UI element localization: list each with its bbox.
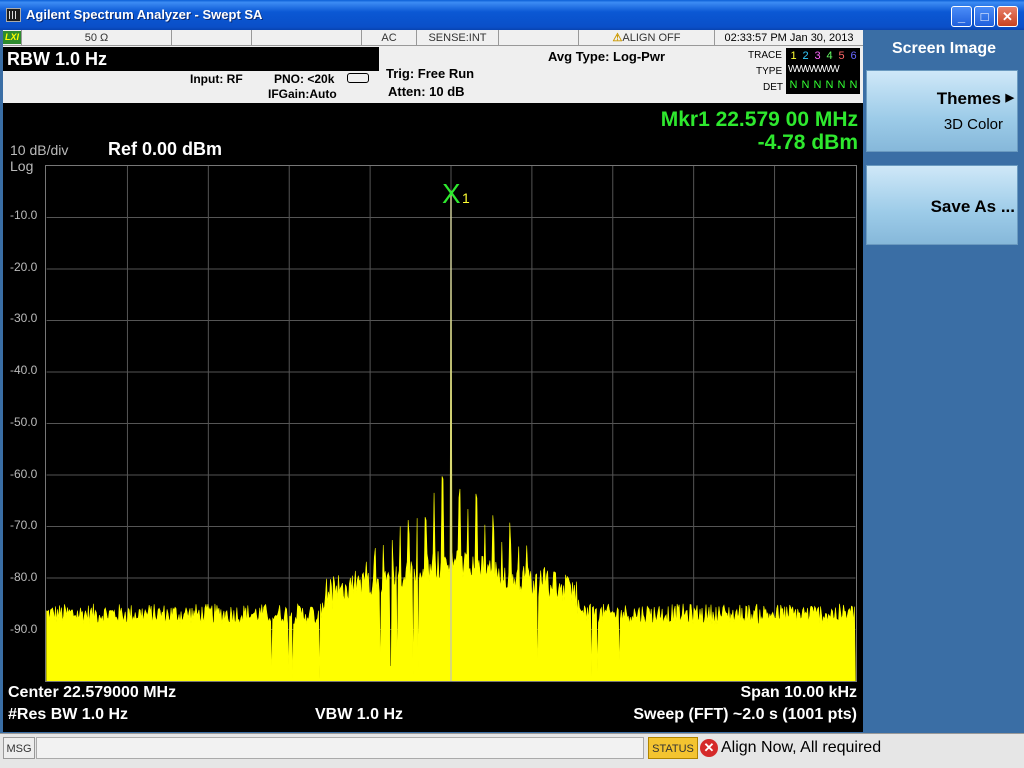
- y-axis-label: -90.0: [10, 621, 38, 636]
- trace-detector-4: N: [825, 79, 834, 91]
- marker-symbol: X: [442, 178, 461, 209]
- trace-number-2: 2: [802, 50, 809, 62]
- sense-status: SENSE:INT: [416, 30, 498, 46]
- warning-icon: ⚠: [612, 32, 623, 44]
- log-label: Log: [10, 158, 34, 174]
- spectrum-plot[interactable]: X1: [45, 165, 857, 682]
- save-as-softkey[interactable]: Save As ...: [866, 165, 1018, 245]
- strip-cell-empty: [251, 30, 361, 46]
- app-icon[interactable]: [6, 8, 21, 22]
- y-axis-label: -80.0: [10, 569, 38, 584]
- res-bw-setting[interactable]: #Res BW 1.0 Hz: [8, 706, 128, 724]
- themes-softkey[interactable]: Themes ▶ 3D Color: [866, 70, 1018, 152]
- input-setting: Input: RF: [190, 72, 243, 86]
- strip-cell-empty: [171, 30, 251, 46]
- trace-detector-1: N: [789, 79, 798, 91]
- trace-detector-6: N: [849, 79, 858, 91]
- trace-detector-2: N: [801, 79, 810, 91]
- minimize-button[interactable]: _: [951, 6, 972, 27]
- sweep-setting[interactable]: Sweep (FFT) ~2.0 s (1001 pts): [520, 706, 857, 724]
- msg-label: MSG: [3, 737, 35, 759]
- status-strip: 50 Ω AC SENSE:INT ⚠ALIGN OFF 02:33:57 PM…: [3, 30, 863, 46]
- det-label: DET: [763, 82, 783, 93]
- trace-number-1: 1: [790, 50, 797, 62]
- y-axis-label: -10.0: [10, 208, 38, 222]
- datetime-status: 02:33:57 PM Jan 30, 2013: [714, 30, 863, 46]
- marker-frequency-readout: Mkr1 22.579 00 MHz: [660, 108, 858, 131]
- center-frequency[interactable]: Center 22.579000 MHz: [8, 684, 176, 702]
- rbw-indicator[interactable]: RBW 1.0 Hz: [3, 47, 379, 71]
- trace-number-4: 4: [826, 50, 833, 62]
- status-button[interactable]: STATUS: [648, 737, 698, 759]
- trace-number-3: 3: [814, 50, 821, 62]
- marker-index: 1: [462, 190, 470, 206]
- trigger-setting: Trig: Free Run: [386, 66, 475, 81]
- status-message: Align Now, All required: [721, 739, 882, 756]
- attenuation-setting: Atten: 10 dB: [388, 84, 465, 99]
- y-axis-label: -70.0: [10, 518, 38, 533]
- impedance-status: 50 Ω: [21, 30, 171, 46]
- maximize-button[interactable]: □: [974, 6, 995, 27]
- align-status: ⚠ALIGN OFF: [578, 30, 714, 46]
- trace-label: TRACE: [748, 50, 782, 61]
- y-axis-label: -60.0: [10, 466, 38, 481]
- y-axis-label: -50.0: [10, 414, 38, 429]
- y-axis-label: -40.0: [10, 363, 38, 378]
- save-as-label: Save As ...: [930, 197, 1015, 216]
- trace-number-5: 5: [838, 50, 845, 62]
- softkey-menu-title: Screen Image: [891, 40, 997, 57]
- span-setting[interactable]: Span 10.00 kHz: [560, 684, 858, 702]
- pno-setting: PNO: <20k: [274, 72, 335, 86]
- trace-type-values: WWWWWW: [788, 64, 840, 75]
- submenu-arrow-icon: ▶: [1005, 92, 1014, 104]
- coupling-status: AC: [361, 30, 416, 46]
- title-bar: Agilent Spectrum Analyzer - Swept SA _ □…: [0, 0, 1024, 30]
- pno-toggle-icon: [347, 73, 369, 83]
- themes-value: 3D Color: [943, 116, 1003, 133]
- window-title: Agilent Spectrum Analyzer - Swept SA: [26, 7, 263, 22]
- y-axis-label: -20.0: [10, 259, 38, 274]
- trace-detector-5: N: [837, 79, 846, 91]
- message-field: [36, 737, 644, 759]
- close-button[interactable]: ✕: [997, 6, 1018, 27]
- avg-type-setting: Avg Type: Log-Pwr: [548, 49, 665, 64]
- error-icon: ✕: [700, 739, 718, 757]
- lxi-icon: LXI: [3, 31, 21, 44]
- trace-detector-3: N: [813, 79, 822, 91]
- scale-label: 10 dB/div: [10, 142, 69, 158]
- marker-amplitude-readout: -4.78 dBm: [757, 131, 858, 154]
- trace-number-6: 6: [850, 50, 857, 62]
- themes-label: Themes: [936, 89, 1001, 108]
- strip-cell-empty: [498, 30, 578, 46]
- ifgain-setting: IFGain:Auto: [268, 87, 337, 101]
- vbw-setting[interactable]: VBW 1.0 Hz: [315, 706, 403, 724]
- type-label: TYPE: [756, 66, 783, 77]
- y-axis-label: -30.0: [10, 311, 38, 326]
- reference-level[interactable]: Ref 0.00 dBm: [108, 139, 222, 160]
